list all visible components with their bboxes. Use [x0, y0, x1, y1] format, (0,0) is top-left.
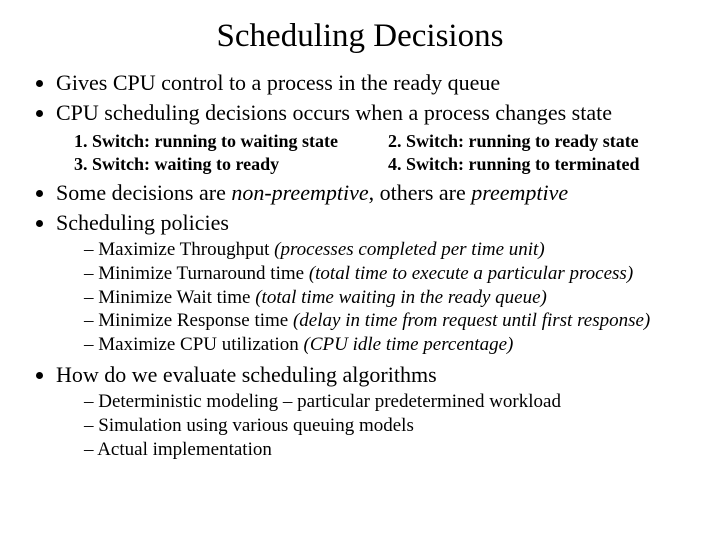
text-part: Some decisions are — [56, 180, 231, 205]
eval-list: Deterministic modeling – particular pred… — [56, 390, 690, 461]
bullet-text: Scheduling policies — [56, 210, 229, 235]
slide-title: Scheduling Decisions — [30, 18, 690, 55]
bullet-preemptive: Some decisions are non-preemptive, other… — [56, 179, 690, 207]
switch-4: 4. Switch: running to terminated — [388, 153, 690, 176]
switch-2: 2. Switch: running to ready state — [388, 130, 690, 153]
switch-3: 3. Switch: waiting to ready — [74, 153, 376, 176]
bullet-text: How do we evaluate scheduling algorithms — [56, 362, 437, 387]
policy-utilization: Maximize CPU utilization (CPU idle time … — [84, 333, 690, 357]
policy-desc: (delay in time from request until first … — [293, 310, 650, 331]
slide: Scheduling Decisions Gives CPU control t… — [0, 0, 720, 462]
policy-response: Minimize Response time (delay in time fr… — [84, 309, 690, 333]
policy-label: Minimize Response time — [98, 310, 293, 331]
policy-desc: (total time to execute a particular proc… — [309, 263, 633, 284]
policy-desc: (CPU idle time percentage) — [304, 334, 514, 355]
policy-wait: Minimize Wait time (total time waiting i… — [84, 286, 690, 310]
policy-turnaround: Minimize Turnaround time (total time to … — [84, 262, 690, 286]
bullet-list: Gives CPU control to a process in the re… — [30, 69, 690, 462]
policy-desc: (processes completed per time unit) — [274, 239, 545, 260]
policy-desc: (total time waiting in the ready queue) — [255, 287, 547, 308]
switch-1: 1. Switch: running to waiting state — [74, 130, 376, 153]
term-nonpreemptive: non-preemptive — [231, 180, 368, 205]
eval-deterministic: Deterministic modeling – particular pred… — [84, 390, 690, 414]
policy-throughput: Maximize Throughput (processes completed… — [84, 238, 690, 262]
policy-label: Maximize CPU utilization — [98, 334, 303, 355]
eval-implementation: Actual implementation — [84, 438, 690, 462]
policy-label: Minimize Turnaround time — [98, 263, 309, 284]
text-part: , others are — [369, 180, 472, 205]
bullet-text: CPU scheduling decisions occurs when a p… — [56, 100, 612, 125]
policy-label: Maximize Throughput — [98, 239, 274, 260]
bullet-evaluate: How do we evaluate scheduling algorithms… — [56, 361, 690, 462]
term-preemptive: preemptive — [471, 180, 568, 205]
bullet-policies: Scheduling policies Maximize Throughput … — [56, 209, 690, 357]
switch-grid: 1. Switch: running to waiting state 2. S… — [74, 130, 690, 175]
policy-label: Minimize Wait time — [98, 287, 255, 308]
bullet-scheduling-decisions: CPU scheduling decisions occurs when a p… — [56, 99, 690, 176]
bullet-cpu-control: Gives CPU control to a process in the re… — [56, 69, 690, 97]
eval-simulation: Simulation using various queuing models — [84, 414, 690, 438]
policy-list: Maximize Throughput (processes completed… — [56, 238, 690, 357]
